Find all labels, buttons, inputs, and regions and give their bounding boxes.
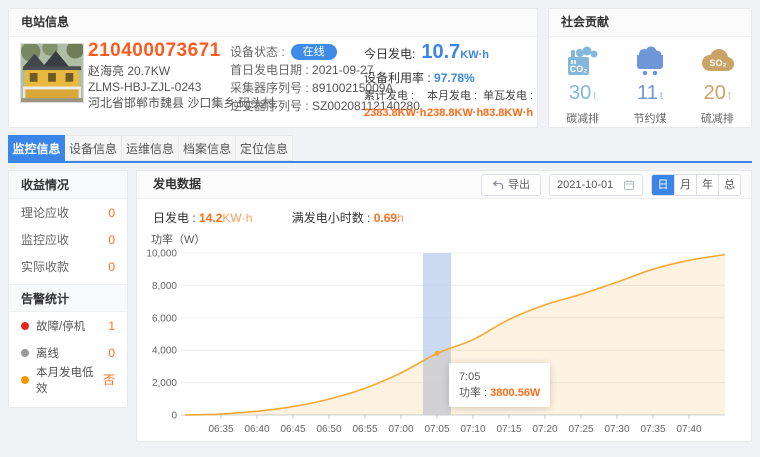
station-photo xyxy=(20,43,84,103)
collector-sn-label: 采集器序列号 : xyxy=(230,81,309,95)
co2-reduction-item: CO₂ 30t 碳减排 xyxy=(553,45,613,126)
revenue-alarm-sidebar: 收益情况 理论应收0 监控应收0 实际收款0 告警统计 故障/停机1 离线0 本… xyxy=(8,170,128,408)
today-gen-label: 今日发电: xyxy=(364,47,415,61)
first-gen-date-label: 首日发电日期 : xyxy=(230,63,309,77)
so2-cloud-icon: SO₂ xyxy=(699,45,735,77)
power-area-chart[interactable]: 0 2,000 4,000 6,000 8,000 10,000 06:35 06:40 06:… xyxy=(145,245,745,439)
tab-operation-info[interactable]: 运维信息 xyxy=(122,135,179,161)
co2-value: 30 xyxy=(569,82,591,104)
svg-text:6,000: 6,000 xyxy=(152,313,177,324)
tab-location-info[interactable]: 定位信息 xyxy=(236,135,293,161)
co2-factory-icon: CO₂ xyxy=(566,45,600,77)
alarm-row-fault: 故障/停机1 xyxy=(9,312,127,339)
coal-label: 节约煤 xyxy=(620,110,680,126)
coal-saved-item: 11t 节约煤 xyxy=(620,45,680,126)
svg-text:07:35: 07:35 xyxy=(640,424,665,435)
tooltip-time: 7:05 xyxy=(459,369,540,385)
svg-text:06:50: 06:50 xyxy=(316,424,341,435)
coal-value: 11 xyxy=(637,82,658,104)
today-gen-unit: KW·h xyxy=(460,49,489,61)
revenue-section-title: 收益情况 xyxy=(9,171,127,199)
alarm-row-low-efficiency: 本月发电低效否 xyxy=(9,366,127,393)
svg-text:06:35: 06:35 xyxy=(208,424,233,435)
low-efficiency-status-dot xyxy=(21,376,29,384)
social-contribution-panel: 社会贡献 CO₂ 30t 碳减排 11t 节 xyxy=(548,8,752,128)
svg-text:07:05: 07:05 xyxy=(424,424,449,435)
revenue-row-actual: 实际收款0 xyxy=(9,253,127,280)
daily-gen-label: 日发电 : xyxy=(153,211,196,225)
export-button[interactable]: 导出 xyxy=(481,174,541,196)
revenue-row-theoretical: 理论应收0 xyxy=(9,199,127,226)
daily-gen-value: 14.2 xyxy=(199,211,222,225)
alarm-row-offline: 离线0 xyxy=(9,339,127,366)
device-status-label: 设备状态 : xyxy=(230,45,285,59)
date-picker-input[interactable]: 2021-10-01 xyxy=(549,174,643,196)
svg-text:07:30: 07:30 xyxy=(604,424,629,435)
svg-text:0: 0 xyxy=(171,411,177,422)
export-arrow-icon xyxy=(492,179,504,191)
coal-cart-icon xyxy=(633,45,667,77)
svg-text:07:40: 07:40 xyxy=(676,424,701,435)
svg-text:07:15: 07:15 xyxy=(496,424,521,435)
svg-text:8,000: 8,000 xyxy=(152,281,177,292)
svg-text:2,000: 2,000 xyxy=(152,378,177,389)
co2-label: 碳减排 xyxy=(553,110,613,126)
tooltip-value: 3800.56W xyxy=(490,387,540,399)
utilization-value: 97.78% xyxy=(434,71,475,85)
month-gen-stat: 本月发电 :238.8KW·h xyxy=(427,87,483,119)
so2-label: 硫减排 xyxy=(687,110,747,126)
generation-stats-line: 日发电 : 14.2KW·h 满发电小时数 : 0.69h xyxy=(153,209,440,226)
period-month-button[interactable]: 月 xyxy=(674,175,696,195)
inverter-sn-label: 逆变器序列号 : xyxy=(230,99,309,113)
generation-data-panel: 发电数据 导出 2021-10-01 日 月 年 总 日发电 : 14.2KW·… xyxy=(136,170,752,442)
tab-archive-info[interactable]: 档案信息 xyxy=(179,135,236,161)
full-hours-label: 满发电小时数 : xyxy=(292,211,371,225)
full-hours-value: 0.69 xyxy=(374,211,397,225)
period-day-button[interactable]: 日 xyxy=(652,175,674,195)
svg-text:06:40: 06:40 xyxy=(244,424,269,435)
svg-text:06:55: 06:55 xyxy=(352,424,377,435)
today-gen-value: 10.7 xyxy=(421,41,460,63)
info-tabbar: 监控信息 设备信息 运维信息 档案信息 定位信息 xyxy=(8,135,293,161)
svg-text:10,000: 10,000 xyxy=(146,249,177,260)
online-status-badge: 在线 xyxy=(291,44,337,60)
period-button-group: 日 月 年 总 xyxy=(651,174,741,196)
svg-text:CO₂: CO₂ xyxy=(569,64,587,74)
svg-text:07:00: 07:00 xyxy=(388,424,413,435)
period-year-button[interactable]: 年 xyxy=(696,175,718,195)
svg-text:07:20: 07:20 xyxy=(532,424,557,435)
tab-device-info[interactable]: 设备信息 xyxy=(65,135,122,161)
offline-status-dot xyxy=(21,349,29,357)
fault-status-dot xyxy=(21,322,29,330)
social-panel-title: 社会贡献 xyxy=(549,9,751,37)
tooltip-label: 功率 : xyxy=(459,387,490,399)
station-info-panel: 电站信息 210400073671 赵海亮 20.7KW ZLMS-HBJ-ZJ… xyxy=(8,8,538,128)
station-panel-title: 电站信息 xyxy=(9,9,537,37)
generation-panel-title: 发电数据 xyxy=(153,177,201,191)
chart-tooltip: 7:05 功率 : 3800.56W xyxy=(449,363,550,407)
svg-text:06:45: 06:45 xyxy=(280,424,305,435)
so2-reduction-item: SO₂ 20t 硫减排 xyxy=(687,45,747,126)
utilization-label: 设备利用率 : xyxy=(364,71,431,85)
period-total-button[interactable]: 总 xyxy=(718,175,740,195)
svg-text:SO₂: SO₂ xyxy=(710,58,727,68)
per-watt-gen-stat: 单瓦发电 :83.8KW·h xyxy=(483,87,533,119)
alarm-section-title: 告警统计 xyxy=(9,284,127,312)
tabbar-underline xyxy=(8,161,752,163)
tab-monitoring-info[interactable]: 监控信息 xyxy=(8,135,65,161)
svg-text:4,000: 4,000 xyxy=(152,346,177,357)
calendar-icon xyxy=(623,179,635,191)
svg-text:07:25: 07:25 xyxy=(568,424,593,435)
svg-text:07:10: 07:10 xyxy=(460,424,485,435)
so2-value: 20 xyxy=(704,82,726,104)
total-gen-stat: 累计发电 :2383.8KW·h xyxy=(364,87,427,119)
revenue-row-monitored: 监控应收0 xyxy=(9,226,127,253)
